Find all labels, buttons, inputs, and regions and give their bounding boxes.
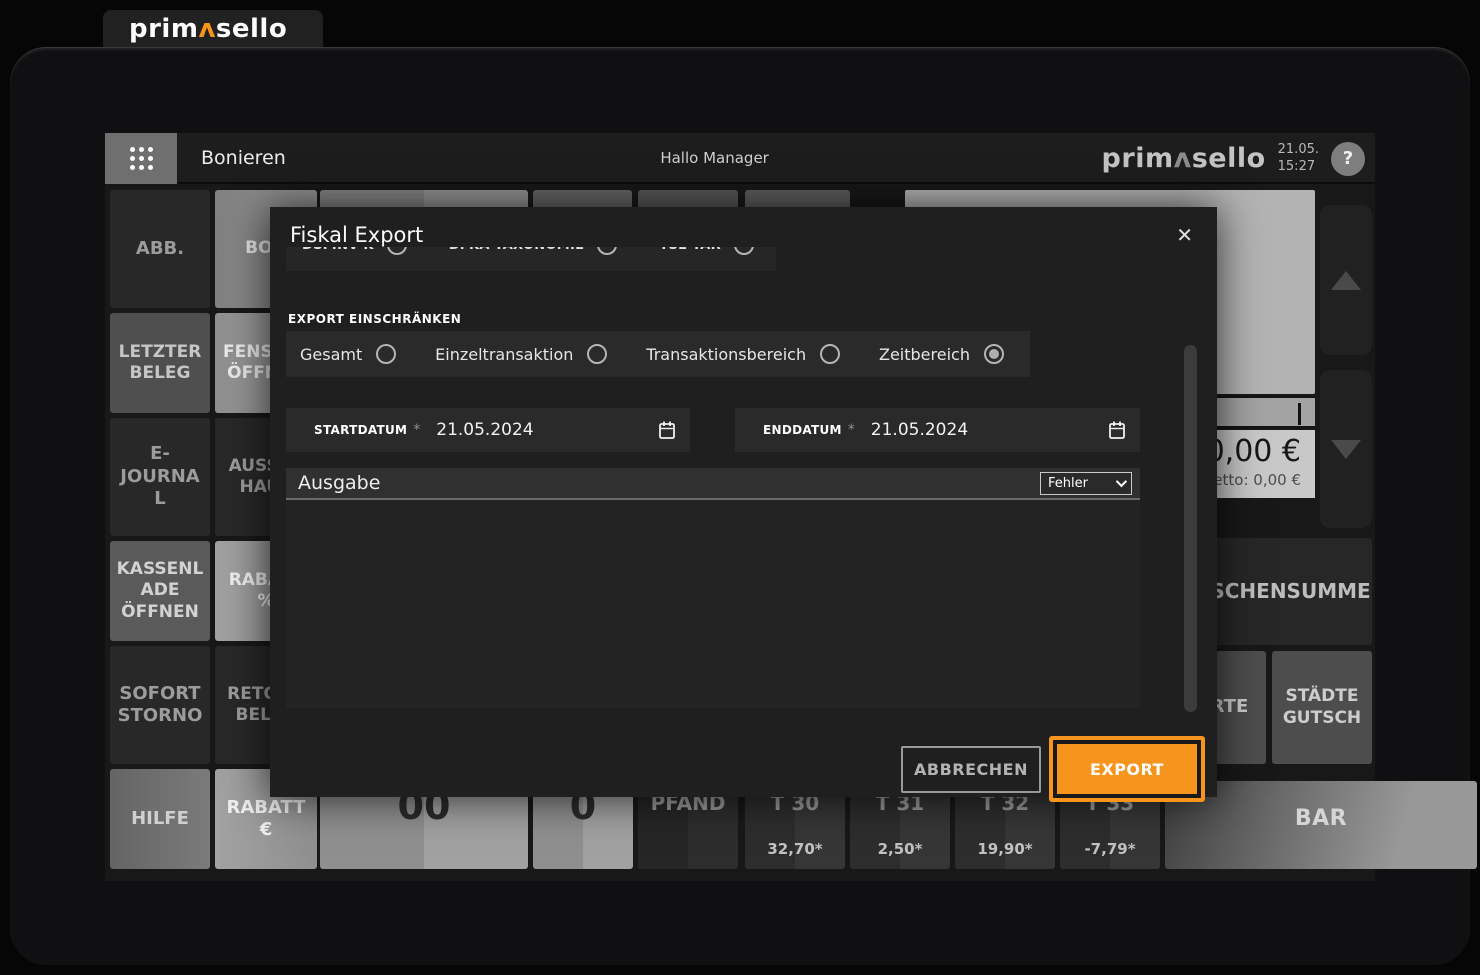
button-e-journal[interactable]: E-JOURNAL bbox=[110, 418, 210, 536]
primasello-logo: primʌsello bbox=[129, 16, 287, 42]
header-logo: primʌsello bbox=[1102, 145, 1266, 172]
field-label: ENDDATUM bbox=[763, 423, 842, 437]
scroll-up-icon bbox=[1331, 270, 1361, 290]
radio-transaktionsbereich[interactable] bbox=[820, 344, 841, 364]
option-label: Einzeltransaktion bbox=[435, 344, 574, 364]
dialog-title: Fiskal Export bbox=[290, 223, 424, 247]
browser-tab[interactable]: primʌsello bbox=[103, 10, 323, 47]
radio-dfka[interactable] bbox=[597, 247, 618, 255]
export-highlight-ring: EXPORT bbox=[1049, 736, 1205, 802]
radio-zeitbereich[interactable] bbox=[983, 344, 1004, 364]
app-header: Bonieren Hallo Manager primʌsello 21.05.… bbox=[105, 133, 1375, 184]
button-abb[interactable]: ABB. bbox=[110, 190, 210, 308]
date-value: 21.05.2024 bbox=[870, 420, 969, 440]
option-label: Gesamt bbox=[300, 344, 363, 364]
radio-gesamt[interactable] bbox=[376, 344, 397, 364]
button-label: KASSENLADE ÖFFNEN bbox=[116, 559, 204, 622]
option-einzeltransaktion[interactable]: Einzeltransaktion bbox=[435, 344, 608, 364]
button-label: BAR bbox=[1294, 806, 1348, 831]
button-letzter-beleg[interactable]: LETZTER BELEG bbox=[110, 313, 210, 413]
logo-caret-icon: ʌ bbox=[198, 13, 216, 44]
tender-value: -7,79* bbox=[1084, 840, 1136, 859]
button-staedte-gutsch[interactable]: STÄDTE GUTSCH bbox=[1272, 651, 1372, 764]
calendar-icon[interactable] bbox=[658, 420, 676, 440]
format-option-label: DFKA TAXONOMIE bbox=[449, 247, 585, 253]
scroll-up-button[interactable] bbox=[1320, 205, 1372, 355]
ausgabe-output bbox=[286, 500, 1140, 708]
logo-caret-icon: ʌ bbox=[1173, 143, 1192, 174]
option-zeitbereich[interactable]: Zeitbereich bbox=[879, 344, 1004, 364]
option-transaktionsbereich[interactable]: Transaktionsbereich bbox=[646, 344, 841, 364]
option-gesamt[interactable]: Gesamt bbox=[300, 344, 397, 364]
grid-menu-icon bbox=[129, 147, 153, 170]
datetime: 21.05. 15:27 bbox=[1278, 142, 1319, 176]
button-label: STÄDTE GUTSCH bbox=[1282, 686, 1362, 728]
close-icon[interactable]: ✕ bbox=[1170, 221, 1199, 249]
button-sofort-storno[interactable]: SOFORT STORNO bbox=[110, 646, 210, 764]
calendar-icon[interactable] bbox=[1108, 420, 1126, 440]
option-label: Zeitbereich bbox=[879, 344, 970, 364]
radio-dsfinvk[interactable] bbox=[386, 247, 407, 255]
enddatum-field[interactable]: ENDDATUM * 21.05.2024 bbox=[735, 408, 1140, 452]
tender-value: 19,90* bbox=[977, 840, 1033, 859]
button-label: HILFE bbox=[131, 807, 189, 829]
button-label: E-JOURNAL bbox=[120, 443, 200, 510]
scroll-down-icon bbox=[1331, 439, 1361, 459]
field-label: STARTDATUM bbox=[314, 423, 408, 437]
restrict-heading: EXPORT EINSCHRÄNKEN bbox=[288, 312, 462, 326]
logo-post: sello bbox=[215, 13, 288, 44]
format-option-label: DSFINV-K bbox=[302, 247, 374, 253]
text-cursor bbox=[1298, 403, 1301, 425]
question-icon: ? bbox=[1342, 148, 1354, 169]
button-label: ABB. bbox=[135, 237, 185, 259]
select-value: Fehler bbox=[1048, 475, 1088, 491]
screen: primʌsello Bonieren Hallo Manager primʌs… bbox=[0, 0, 1480, 975]
format-option-tse-tar[interactable]: TSE TAR bbox=[659, 247, 754, 255]
scroll-down-button[interactable] bbox=[1320, 370, 1372, 528]
required-star: * bbox=[413, 422, 421, 438]
abbrechen-button[interactable]: ABBRECHEN bbox=[901, 746, 1041, 793]
radio-einzeltransaktion[interactable] bbox=[587, 344, 608, 364]
format-option-dsfinvk[interactable]: DSFINV-K bbox=[302, 247, 407, 255]
button-hilfe[interactable]: HILFE bbox=[110, 769, 210, 869]
button-label: ABBRECHEN bbox=[914, 760, 1028, 779]
radio-tse-tar[interactable] bbox=[733, 247, 754, 255]
menu-button[interactable] bbox=[105, 133, 177, 184]
restrict-options-row: Gesamt Einzeltransaktion Transaktionsber… bbox=[286, 331, 1030, 377]
help-button[interactable]: ? bbox=[1331, 141, 1365, 176]
user-greeting: Hallo Manager bbox=[660, 149, 769, 167]
startdatum-field[interactable]: STARTDATUM * 21.05.2024 bbox=[286, 408, 690, 452]
logo-post: sello bbox=[1191, 143, 1266, 174]
date-value: 21.05.2024 bbox=[436, 420, 534, 440]
ausgabe-title: Ausgabe bbox=[298, 472, 381, 494]
fiskal-export-dialog: Fiskal Export ✕ DSFINV-K DFKA TAXONOMIE … bbox=[270, 207, 1217, 802]
format-options-row: DSFINV-K DFKA TAXONOMIE TSE TAR bbox=[286, 247, 776, 280]
button-label: SOFORT STORNO bbox=[117, 682, 203, 727]
required-star: * bbox=[847, 422, 855, 438]
logo-pre: prim bbox=[1101, 143, 1174, 174]
tender-value: 2,50* bbox=[877, 840, 923, 859]
modal-scrollbar-thumb[interactable] bbox=[1184, 345, 1197, 712]
button-label: LETZTER BELEG bbox=[118, 341, 202, 383]
ausgabe-filter-select[interactable]: Fehler bbox=[1040, 471, 1132, 495]
chevron-down-icon bbox=[1115, 475, 1128, 488]
format-option-dfka[interactable]: DFKA TAXONOMIE bbox=[449, 247, 618, 255]
logo-pre: prim bbox=[129, 13, 199, 44]
format-option-label: TSE TAR bbox=[659, 247, 721, 253]
button-label: RABATT € bbox=[226, 796, 306, 841]
tender-value: 32,70* bbox=[767, 840, 823, 859]
button-kassenlade-oeffnen[interactable]: KASSENLADE ÖFFNEN bbox=[110, 541, 210, 641]
page-title: Bonieren bbox=[201, 147, 286, 169]
button-label: EXPORT bbox=[1089, 759, 1165, 779]
date-label: 21.05. bbox=[1277, 141, 1319, 157]
pos-app: Bonieren Hallo Manager primʌsello 21.05.… bbox=[105, 133, 1477, 881]
option-label: Transaktionsbereich bbox=[646, 344, 807, 364]
ausgabe-header: Ausgabe Fehler bbox=[286, 468, 1140, 500]
time-label: 15:27 bbox=[1277, 158, 1316, 174]
export-button[interactable]: EXPORT bbox=[1057, 744, 1197, 794]
